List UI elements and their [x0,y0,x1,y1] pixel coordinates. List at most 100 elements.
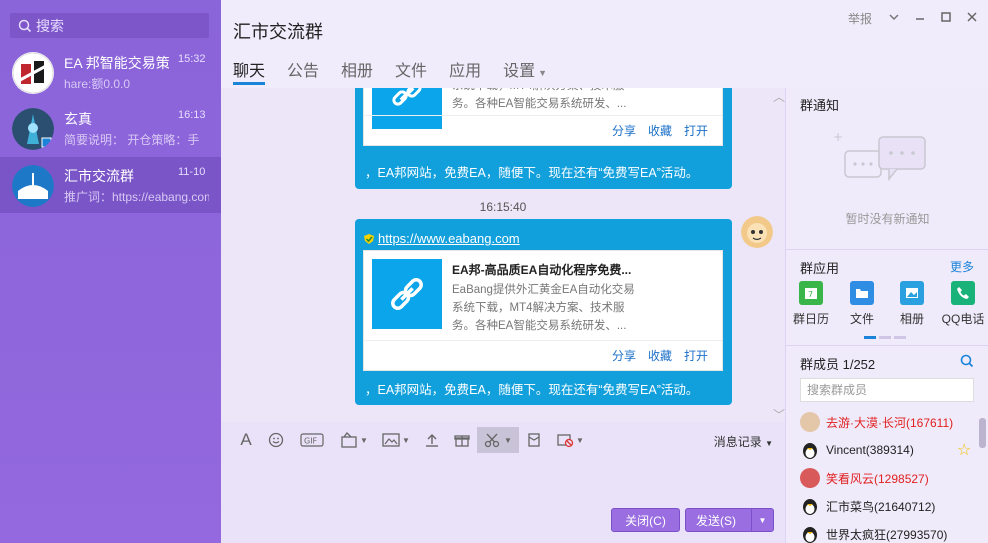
apps-more-link[interactable]: 更多 [950,258,974,275]
penguin-icon [800,524,820,543]
svg-text:+: + [833,130,843,144]
link-card[interactable]: EA邦-高品质EA自动化程序免费... EaBang提供外汇黄金EA自动化交易系… [363,250,723,371]
message-text: ，EA邦网站，免费EA，随便下。现在还有“免费写EA”活动。 [365,166,699,180]
conversation-preview: hare:额0.0.0 [64,77,131,91]
app-label: 文件 [849,312,874,326]
apps-pager[interactable] [864,336,906,339]
tab-settings-label: 设置 [503,63,536,80]
gif-icon[interactable]: GIF [291,427,333,453]
apps-title: 群应用 [800,261,840,276]
close-button[interactable]: 关闭(C) [611,508,680,532]
app-label: QQ电话 [941,312,985,326]
collapse-down-icon[interactable]: ﹀ [773,406,785,422]
minimize-icon[interactable] [914,11,926,26]
screenshot-scissors-icon[interactable]: ▼ [477,427,519,453]
conversation-name: 汇市交流群 [64,168,134,184]
open-link[interactable]: 打开 [684,122,708,139]
member-name: 世界太疯狂(27993570) [826,527,948,542]
font-icon[interactable]: A [231,427,261,453]
card-actions: 分享 收藏 打开 [364,115,722,145]
card-description: EaBang提供外汇黄金EA自动化交易系统下载，MT4解决方案、技术服务。各种E… [452,284,635,332]
url-link[interactable]: https://www.eabang.com [378,231,520,246]
app-files[interactable]: 文件 [840,281,884,327]
app-label: 相册 [899,312,924,326]
tab-chat[interactable]: 聊天 [233,57,266,85]
tab-album[interactable]: 相册 [341,57,373,85]
photo-icon [900,281,924,305]
block-icon[interactable]: ▼ [549,427,591,453]
tab-settings[interactable]: 设置 ▼ [503,57,547,85]
member-search-icon[interactable] [960,354,974,371]
card-actions: 分享 收藏 打开 [364,340,722,370]
conversation-preview: 简要说明： 开仓策略：手 [64,133,200,147]
magic-expression-icon[interactable]: ▼ [333,427,375,453]
caret-down-icon: ▼ [765,439,773,448]
member-name: 汇市菜鸟(21640712) [826,499,936,514]
send-options-icon[interactable]: ▼ [751,509,773,531]
card-description: 系统下载，MT4解决方案、技术服务。各种EA智能交易系统研发、... [452,88,627,110]
chat-tabs: 聊天 公告 相册 文件 应用 设置 ▼ [233,57,569,85]
message-list[interactable]: 系统下载，MT4解决方案、技术服务。各种EA智能交易系统研发、... 分享 收藏… [221,88,785,422]
conversation-item-xuanzhen[interactable]: 玄真 16:13 简要说明： 开仓策略：手 [0,100,221,156]
svg-text:7: 7 [808,290,813,299]
conversation-time: 11-10 [178,166,206,178]
conversation-name: EA 邦智能交易策 [64,55,169,71]
upload-icon[interactable] [417,427,447,453]
share-link[interactable]: 分享 [612,122,636,139]
penguin-icon [800,496,820,516]
calendar-icon: 7 [799,281,823,305]
close-icon[interactable] [966,11,978,26]
tab-announcement[interactable]: 公告 [287,57,319,85]
empty-notice-text: 暂时没有新通知 [845,212,930,226]
member-item[interactable]: 笑看风云(1298527) [800,468,929,488]
favorite-link[interactable]: 收藏 [648,122,672,139]
message-history-button[interactable]: 消息记录 ▼ [714,433,773,450]
search-icon [18,19,32,32]
member-item[interactable]: 世界太疯狂(27993570) [800,524,947,543]
maximize-icon[interactable] [940,11,952,26]
svg-text:GIF: GIF [304,437,318,446]
member-list-scrollbar[interactable] [979,418,986,448]
chat-header: 汇市交流群 举报 聊天 公告 相册 文件 应用 设置 ▼ [221,0,988,88]
avatar [12,108,54,150]
send-label: 发送(S) [696,513,736,528]
notice-title: 群通知 [800,98,840,113]
conversation-item-ea-bang[interactable]: EA 邦智能交易策 15:32 hare:额0.0.0 [0,44,221,100]
report-link[interactable]: 举报 [848,10,872,27]
image-icon[interactable]: ▼ [375,427,417,453]
collapse-up-icon[interactable]: ︿ [773,88,785,105]
app-album[interactable]: 相册 [890,281,934,327]
app-qq-call[interactable]: QQ电话 [940,281,986,327]
emoji-icon[interactable] [261,427,291,453]
member-search-input[interactable]: 搜索群成员 [800,378,974,402]
self-avatar[interactable] [741,216,773,248]
favorite-link[interactable]: 收藏 [648,347,672,364]
member-item[interactable]: 去游·大漠·长河(167611) [800,412,953,432]
message-timestamp: 16:15:40 [479,200,527,214]
member-item[interactable]: 汇市菜鸟(21640712) [800,496,935,516]
divider [786,345,988,346]
sidebar: 搜索 EA 邦智能交易策 15:32 hare:额0.0.0 玄真 16:13 [0,0,221,543]
conversation-item-huishi-group[interactable]: 汇市交流群 11-10 推广词：https://eabang.com [0,157,221,213]
red-packet-icon[interactable] [519,427,549,453]
tab-apps[interactable]: 应用 [449,57,481,85]
gift-icon[interactable] [447,427,477,453]
caret-down-icon: ▼ [538,68,548,78]
shield-icon [364,233,374,244]
input-toolbar: A GIF ▼ ▼ ▼ ▼ 消息记录 ▼ [221,422,785,458]
share-link[interactable]: 分享 [612,347,636,364]
search-input[interactable]: 搜索 [10,13,209,38]
group-info-panel: 群通知 + + 暂时没有新通知 群应用 更多 7 群日历 [785,88,988,543]
message-input[interactable]: 关闭(C) 发送(S) ▼ [221,458,785,543]
link-card[interactable]: 系统下载，MT4解决方案、技术服务。各种EA智能交易系统研发、... 分享 收藏… [363,88,723,146]
link-row[interactable]: https://www.eabang.com [363,231,520,246]
chevron-down-icon[interactable] [888,11,900,26]
conversation-time: 15:32 [178,53,206,65]
tab-files[interactable]: 文件 [395,57,427,85]
send-button[interactable]: 发送(S) ▼ [685,508,774,532]
member-item[interactable]: Vincent(389314) [800,440,914,460]
penguin-icon [800,440,820,460]
window-controls: 举报 [848,10,978,27]
open-link[interactable]: 打开 [684,347,708,364]
app-calendar[interactable]: 7 群日历 [789,281,833,327]
